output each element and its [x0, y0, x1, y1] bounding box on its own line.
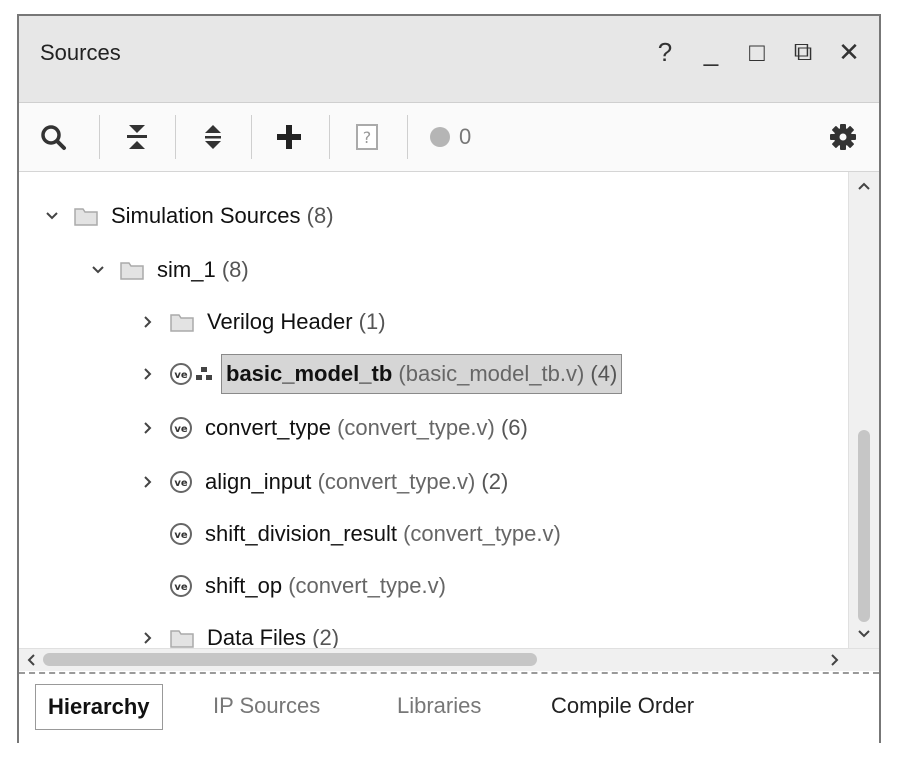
chevron-right-icon[interactable] — [137, 417, 159, 439]
message-count: 0 — [459, 124, 472, 149]
scroll-right-icon[interactable] — [823, 649, 847, 671]
verilog-module-icon: ve — [170, 471, 192, 493]
svg-text:ve: ve — [174, 530, 188, 541]
verilog-module-icon: ve — [170, 417, 192, 439]
panel-titlebar: Sources ? _ □ ⧉ ✕ — [19, 16, 879, 103]
toolbar-separator — [407, 115, 408, 159]
tree-node-data-files[interactable]: Data Files (2) — [137, 612, 847, 648]
svg-text:ve: ve — [174, 582, 188, 593]
maximize-icon[interactable]: □ — [745, 37, 769, 67]
tree-node-label: align_input (convert_type.v) (2) — [205, 469, 509, 494]
folder-icon — [74, 208, 98, 226]
collapse-all-button[interactable] — [113, 113, 161, 161]
sources-panel: Sources ? _ □ ⧉ ✕ ? 0 Simulation Sources… — [17, 14, 881, 745]
chevron-right-icon[interactable] — [137, 311, 159, 333]
toolbar-separator — [251, 115, 252, 159]
tree-node-simulation-sources[interactable]: Simulation Sources (8) — [41, 190, 847, 242]
verilog-module-icon: ve — [170, 575, 192, 597]
scroll-down-icon[interactable] — [849, 622, 879, 646]
tree-node-sim-1[interactable]: sim_1 (8) — [87, 244, 847, 296]
properties-button[interactable]: ? — [343, 113, 391, 161]
horizontal-scroll-thumb[interactable] — [43, 653, 537, 666]
panel-title: Sources — [40, 40, 121, 65]
tree-node-label-selected: basic_model_tb (basic_model_tb.v) (4) — [221, 354, 623, 394]
folder-icon — [170, 630, 194, 648]
tree-node-align-input[interactable]: ve align_input (convert_type.v) (2) — [137, 456, 847, 508]
chevron-down-icon[interactable] — [41, 205, 63, 227]
plus-icon — [277, 125, 301, 149]
chevron-right-icon[interactable] — [137, 471, 159, 493]
tab-libraries[interactable]: Libraries — [385, 684, 493, 728]
tree-node-shift-division-result[interactable]: ve shift_division_result (convert_type.v… — [159, 508, 847, 560]
folder-icon — [120, 262, 144, 280]
help-icon[interactable]: ? — [653, 37, 677, 67]
status-dot-icon — [430, 127, 450, 147]
tree-node-shift-op[interactable]: ve shift_op (convert_type.v) — [159, 560, 847, 612]
gear-icon — [830, 124, 856, 150]
expand-all-icon — [205, 125, 221, 149]
expand-all-button[interactable] — [189, 113, 237, 161]
svg-text:?: ? — [363, 128, 372, 147]
tab-compile-order[interactable]: Compile Order — [539, 684, 706, 728]
source-tree[interactable]: Simulation Sources (8) sim_1 (8) Verilog… — [19, 172, 847, 648]
float-icon[interactable]: ⧉ — [791, 36, 815, 66]
verilog-module-icon: ve — [170, 523, 192, 545]
vertical-scrollbar[interactable] — [848, 172, 879, 648]
top-module-icon — [196, 367, 212, 380]
minimize-icon[interactable]: _ — [699, 37, 723, 67]
window-controls: ? _ □ ⧉ ✕ — [653, 32, 861, 72]
folder-icon — [170, 314, 194, 332]
tree-node-label: sim_1 (8) — [157, 257, 249, 282]
tab-ip-sources[interactable]: IP Sources — [201, 684, 332, 728]
verilog-module-icon: ve — [170, 363, 192, 385]
toolbar-separator — [99, 115, 100, 159]
close-icon[interactable]: ✕ — [837, 37, 861, 67]
add-sources-button[interactable] — [265, 113, 313, 161]
vertical-scroll-thumb[interactable] — [858, 430, 870, 622]
search-button[interactable] — [29, 113, 77, 161]
toolbar-separator — [175, 115, 176, 159]
sources-toolbar: ? 0 — [19, 103, 879, 172]
tree-node-verilog-header[interactable]: Verilog Header (1) — [137, 296, 847, 348]
collapse-all-icon — [127, 125, 147, 149]
tree-node-basic-model-tb[interactable]: ve basic_model_tb (basic_model_tb.v) (4) — [137, 348, 847, 400]
tree-node-label: convert_type (convert_type.v) (6) — [205, 415, 528, 440]
chevron-right-icon[interactable] — [137, 627, 159, 648]
tree-node-label: Simulation Sources (8) — [111, 203, 334, 228]
unknown-file-icon: ? — [356, 124, 378, 150]
tree-node-label: shift_op (convert_type.v) — [205, 573, 446, 598]
chevron-right-icon[interactable] — [137, 363, 159, 385]
chevron-down-icon[interactable] — [87, 259, 109, 281]
tree-node-convert-type[interactable]: ve convert_type (convert_type.v) (6) — [137, 402, 847, 454]
svg-text:ve: ve — [174, 424, 188, 435]
tree-node-label: shift_division_result (convert_type.v) — [205, 521, 561, 546]
tab-hierarchy[interactable]: Hierarchy — [35, 684, 163, 730]
svg-text:ve: ve — [174, 478, 188, 489]
view-tabs: Hierarchy IP Sources Libraries Compile O… — [19, 672, 879, 745]
horizontal-scrollbar[interactable] — [19, 648, 879, 671]
toolbar-separator — [329, 115, 330, 159]
search-icon — [41, 125, 66, 150]
scroll-up-icon[interactable] — [849, 174, 879, 198]
settings-button[interactable] — [819, 113, 867, 161]
messages-indicator[interactable]: 0 — [429, 113, 471, 161]
scroll-left-icon[interactable] — [19, 649, 43, 671]
tree-node-label: Verilog Header (1) — [207, 309, 386, 334]
tree-node-label: Data Files (2) — [207, 625, 340, 648]
svg-text:ve: ve — [174, 370, 188, 381]
